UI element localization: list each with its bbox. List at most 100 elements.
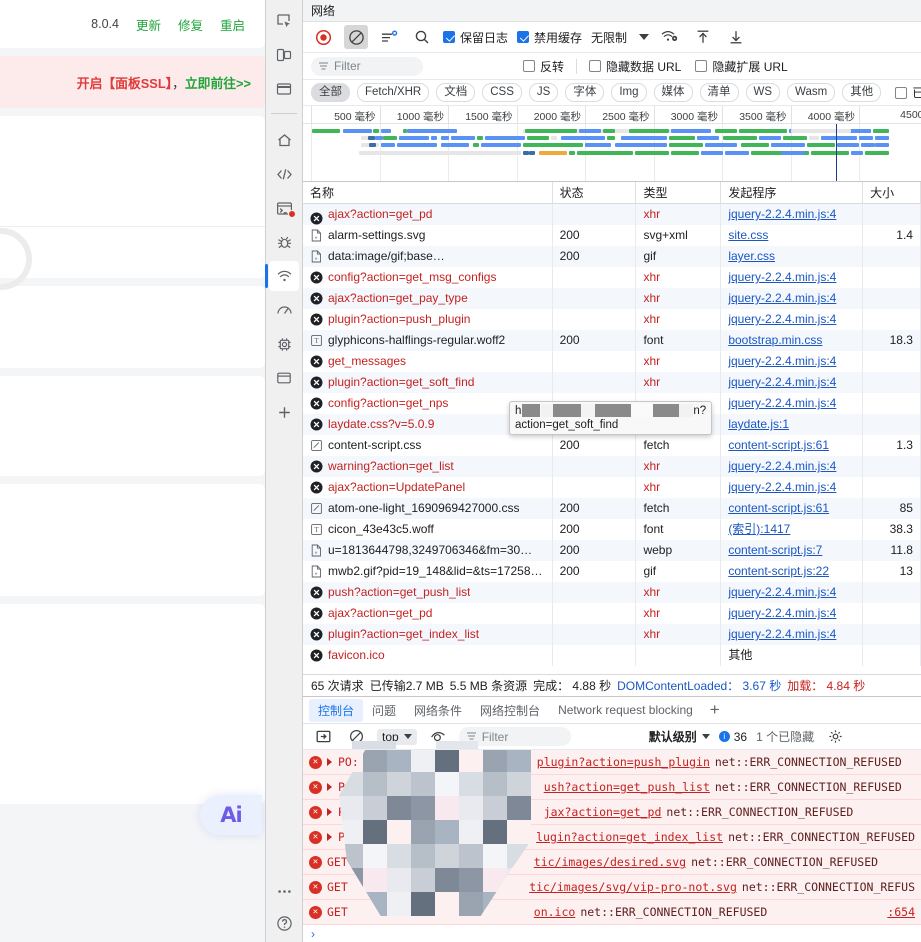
table-row[interactable]: data:image/gif;base… 200 gif layer.css [303, 246, 921, 267]
console-log-row[interactable]: ✕ GET on.ico net::ERR_CONNECTION_REFUSED:6… [303, 900, 921, 925]
type-chip-manifest[interactable]: 清单 [699, 83, 739, 102]
type-chip-css[interactable]: CSS [482, 83, 522, 102]
disable-cache-checkbox-box[interactable] [517, 31, 530, 43]
initiator-link[interactable]: jquery-2.2.4.min.js:4 [728, 291, 836, 305]
preserve-log-checkbox[interactable]: 保留日志 [443, 29, 508, 46]
initiator-link[interactable]: jquery-2.2.4.min.js:4 [728, 207, 836, 221]
type-chip-media[interactable]: 媒体 [653, 83, 693, 102]
invert-checkbox-box[interactable] [523, 60, 535, 72]
initiator-link[interactable]: jquery-2.2.4.min.js:4 [728, 585, 836, 599]
disable-cache-checkbox[interactable]: 禁用缓存 [517, 29, 582, 46]
console-log-row[interactable]: ✕ GET tic/images/desired.svg net::ERR_CONN… [303, 850, 921, 875]
initiator-link[interactable]: jquery-2.2.4.min.js:4 [728, 627, 836, 641]
inspect-element-button[interactable] [269, 6, 299, 36]
expand-arrow-icon[interactable] [327, 783, 332, 791]
type-chip-js[interactable]: JS [528, 83, 559, 102]
drawer-tab-network-console[interactable]: 网络控制台 [471, 699, 549, 722]
table-row[interactable]: mwb2.gif?pid=19_148&lid=&ts=17258… 200 gif… [303, 561, 921, 582]
network-conditions-button[interactable] [658, 25, 682, 49]
initiator-link[interactable]: jquery-2.2.4.min.js:4 [728, 375, 836, 389]
expand-arrow-icon[interactable] [327, 758, 332, 766]
hide-data-urls-checkbox-box[interactable] [589, 60, 602, 72]
table-row[interactable]: config?action=get_msg_configs xhr jquery-2… [303, 267, 921, 288]
log-url[interactable]: plugin?action=push_plugin [537, 755, 710, 769]
console-level-selector[interactable]: 默认级别 [649, 728, 710, 745]
table-row[interactable]: Tglyphicons-halflings-regular.woff2 200 fo… [303, 330, 921, 351]
initiator-link[interactable]: jquery-2.2.4.min.js:4 [728, 480, 836, 494]
import-har-button[interactable] [691, 25, 715, 49]
clear-button[interactable] [344, 25, 368, 49]
drawer-tab-network-request-blocking[interactable]: Network request blocking [549, 700, 702, 720]
log-url[interactable]: tic/images/desired.svg [534, 855, 686, 869]
type-chip-all[interactable]: 全部 [311, 83, 350, 102]
hide-ext-urls-checkbox-box[interactable] [695, 60, 708, 72]
more-options-button[interactable] [269, 876, 299, 906]
initiator-link[interactable]: content-script.js:61 [728, 501, 829, 515]
blocked-cookies-checkbox-box[interactable] [895, 86, 908, 99]
blocked-cookies-checkbox[interactable]: 已阻止的响应 Coo [895, 84, 921, 101]
table-row[interactable]: ajax?action=get_pd xhr jquery-2.2.4.min.js… [303, 603, 921, 624]
log-source-link[interactable]: :654 [887, 905, 915, 919]
home-panel-button[interactable] [269, 125, 299, 155]
drawer-tab-issues[interactable]: 问题 [363, 699, 405, 722]
column-header-initiator[interactable]: 发起程序 [721, 182, 864, 204]
initiator-link[interactable]: content-script.js:22 [728, 564, 829, 578]
initiator-link[interactable]: jquery-2.2.4.min.js:4 [728, 459, 836, 473]
console-settings-button[interactable] [823, 725, 847, 749]
ssl-alert-banner[interactable]: 开启【面板SSL】，立即前往>> [0, 56, 265, 108]
column-header-name[interactable]: 名称 [303, 182, 553, 204]
log-url[interactable]: ush?action=get_push_list [544, 780, 710, 794]
initiator-link[interactable]: site.css [728, 228, 768, 242]
console-log-row[interactable]: ✕ PU_. jax?action=get_pd net::ERR_CONNECTI… [303, 800, 921, 825]
initiator-link[interactable]: content-script.js:61 [728, 438, 829, 452]
invert-checkbox[interactable]: 反转 [523, 58, 564, 75]
hide-ext-urls-checkbox[interactable]: 隐藏扩展 URL [695, 58, 788, 75]
table-row[interactable]: get_messages xhr jquery-2.2.4.min.js:4 [303, 351, 921, 372]
initiator-link[interactable]: laydate.js:1 [728, 417, 789, 431]
log-url[interactable]: on.ico [534, 905, 576, 919]
column-header-size[interactable]: 大小 [863, 182, 921, 204]
initiator-link[interactable]: jquery-2.2.4.min.js:4 [728, 396, 836, 410]
table-row[interactable]: u=1813644798,3249706346&fm=30… 200 webp con… [303, 540, 921, 561]
help-button[interactable] [269, 908, 299, 938]
console-log-row[interactable]: ✕ POST ush?action=get_push_list net::ERR_C… [303, 775, 921, 800]
initiator-link[interactable]: jquery-2.2.4.min.js:4 [728, 606, 836, 620]
expand-arrow-icon[interactable] [327, 808, 332, 816]
panel-restart-link[interactable]: 重启 [220, 15, 245, 34]
drawer-tab-console[interactable]: 控制台 [309, 698, 364, 722]
filter-settings-button[interactable] [377, 25, 401, 49]
initiator-link[interactable]: jquery-2.2.4.min.js:4 [728, 354, 836, 368]
export-har-button[interactable] [724, 25, 748, 49]
log-url[interactable]: jax?action=get_pd [544, 805, 662, 819]
log-url[interactable]: tic/images/svg/vip-pro-not.svg [529, 880, 737, 894]
memory-panel-button[interactable] [269, 329, 299, 359]
drawer-add-tab-button[interactable]: + [702, 701, 728, 718]
drawer-tab-network-conditions[interactable]: 网络条件 [405, 699, 471, 722]
initiator-link[interactable]: jquery-2.2.4.min.js:4 [728, 270, 836, 284]
initiator-link[interactable]: bootstrap.min.css [728, 333, 822, 347]
column-header-status[interactable]: 状态 [553, 182, 637, 204]
type-chip-wasm[interactable]: Wasm [787, 83, 836, 102]
initiator-link[interactable]: layer.css [728, 249, 775, 263]
ssl-alert-link[interactable]: 立即前往>> [185, 76, 251, 91]
table-row[interactable]: ajax?action=UpdatePanel xhr jquery-2.2.4.m… [303, 477, 921, 498]
panel-update-link[interactable]: 更新 [136, 15, 161, 34]
search-button[interactable] [410, 25, 434, 49]
network-filter-input[interactable]: Filter [311, 56, 423, 76]
table-row[interactable]: push?action=get_push_list xhr jquery-2.2.4… [303, 582, 921, 603]
console-log-row[interactable]: ✕ POST lugin?action=get_index_list net::ER… [303, 825, 921, 850]
table-row[interactable]: atom-one-light_1690969427000.css 200 fetch… [303, 498, 921, 519]
console-issues-count[interactable]: i 36 [718, 730, 747, 744]
sources-debug-button[interactable] [269, 227, 299, 257]
console-sidebar-button[interactable] [311, 725, 335, 749]
type-chip-other[interactable]: 其他 [842, 83, 882, 102]
table-row[interactable]: plugin?action=get_index_list xhr jquery-2.… [303, 624, 921, 645]
table-row[interactable]: favicon.ico 其他 [303, 645, 921, 666]
elements-panel-button[interactable] [269, 159, 299, 189]
console-panel-button[interactable] [269, 193, 299, 223]
table-row[interactable]: warning?action=get_list xhr jquery-2.2.4.m… [303, 456, 921, 477]
type-chip-img[interactable]: Img [611, 83, 647, 102]
application-panel-button[interactable] [269, 363, 299, 393]
performance-panel-button[interactable] [269, 295, 299, 325]
throttling-dropdown[interactable]: 无限制 [591, 29, 650, 46]
